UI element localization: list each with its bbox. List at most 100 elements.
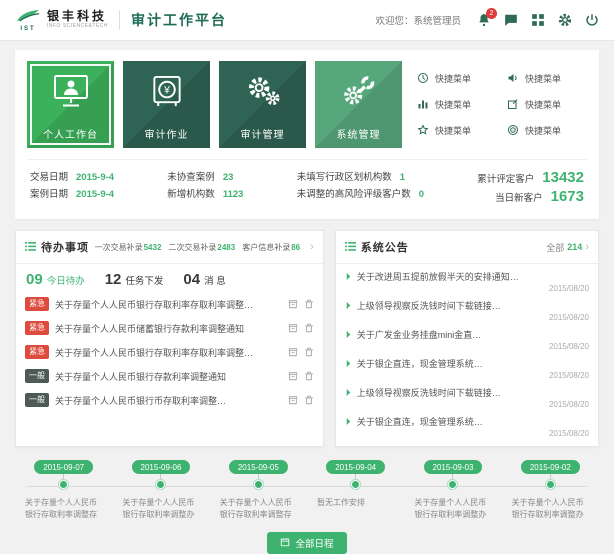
arrow-bullet-icon (345, 273, 352, 280)
edit-pencil-icon (507, 98, 519, 112)
tab-today-todo[interactable]: 09 今日待办 (26, 271, 85, 288)
quick-menu-label: 快捷菜单 (435, 124, 471, 137)
announcement-item[interactable]: 关于银企直连，现金管理系统… 2015/08/20 (345, 412, 589, 441)
archive-icon[interactable] (288, 395, 298, 405)
stat-label: 未填写行政区划机构数 (297, 169, 392, 186)
timeline-entry: 2015-09-07 关于存量个人人民币银行存取利率调整存取调整办理。 (15, 460, 112, 523)
monitor-user-icon (27, 74, 114, 109)
delete-icon[interactable] (304, 323, 314, 333)
target-icon (507, 124, 519, 138)
tile-label: 个人工作台 (27, 126, 114, 141)
quick-menu-label: 快捷菜单 (525, 72, 561, 85)
gears-icon (219, 74, 306, 109)
announcement-text: 上级领导视察反洗钱时间下载链接… (357, 386, 589, 399)
delete-icon[interactable] (304, 371, 314, 381)
quick-menu-label: 快捷菜单 (525, 98, 561, 111)
top-bar: IST 银丰科技 INFO SCIENCE&TECH 审计工作平台 欢迎您：系统… (0, 0, 614, 40)
todo-item[interactable]: 紧急 关于存量个人人民币银行存取利率存取利率调整… (25, 292, 314, 316)
safe-yuan-icon: ¥ (123, 74, 210, 109)
bar-chart-icon (417, 98, 429, 112)
todo-more-chevron-icon[interactable]: › (310, 242, 314, 253)
clock-icon (417, 72, 429, 86)
announcement-item[interactable]: 关于广发金业务挂盘mini金直… 2015/08/20 (345, 325, 589, 354)
quick-menu-item-4[interactable]: 快捷菜单 (507, 98, 587, 112)
list-icon (345, 238, 356, 256)
announcement-item[interactable]: 关于改进周五提前放假半天的安排通知… 2015/08/20 (345, 267, 589, 296)
todo-item[interactable]: 紧急 关于存量个人人民币储蓄银行存款利率调整通知 (25, 316, 314, 340)
tab-messages[interactable]: 04 消 息 (183, 271, 225, 288)
divider (119, 10, 120, 30)
brand-subtitle: INFO SCIENCE&TECH (47, 24, 108, 30)
announcement-date: 2015/08/20 (345, 313, 589, 322)
quick-menu-label: 快捷菜单 (435, 98, 471, 111)
announcement-item[interactable]: 上级领导视察反洗钱时间下载链接… 2015/08/20 (345, 383, 589, 412)
tile-personal-workbench[interactable]: 个人工作台 (27, 61, 114, 148)
delete-icon[interactable] (304, 347, 314, 357)
timeline-text: 关于存量个人人民币银行存取利率调整办理。 (502, 497, 599, 523)
page-title: 审计工作平台 (131, 10, 227, 30)
timeline-entry: 2015-09-06 关于存量个人人民币银行存取利率调整办理。 (112, 460, 209, 523)
timeline-date-pill: 2015-09-04 (326, 460, 385, 474)
announcements-all-link[interactable]: 全部 214 › (546, 241, 589, 254)
quick-menu-item-2[interactable]: 快捷菜单 (507, 72, 587, 86)
todo-item[interactable]: 紧急 关于存量个人人民币银行存取利率存取利率调整… (25, 340, 314, 364)
announcements-more-chevron-icon: › (585, 242, 589, 253)
quick-menu-item-5[interactable]: 快捷菜单 (417, 124, 497, 138)
priority-badge: 一般 (25, 393, 49, 407)
bell-icon[interactable]: 2 (477, 13, 491, 27)
announcement-text: 关于改进周五提前放假半天的安排通知… (357, 270, 589, 283)
timeline-text: 暂无工作安排 (307, 497, 404, 509)
archive-icon[interactable] (288, 299, 298, 309)
announcement-item[interactable]: 关于银企直连，现金管理系统… 2015/08/20 (345, 354, 589, 383)
tab-task-dispatch[interactable]: 12 任务下发 (105, 271, 164, 288)
delete-icon[interactable] (304, 395, 314, 405)
tile-audit-management[interactable]: 审计管理 (219, 61, 306, 148)
todo-text: 关于存量个人人民币储蓄银行存款利率调整通知 (55, 322, 282, 335)
announcement-item[interactable]: 上级领导视察反洗钱时间下载链接… 2015/08/20 (345, 296, 589, 325)
timeline-entry: 2015-09-04 暂无工作安排 (307, 460, 404, 523)
app-logo[interactable]: IST 银丰科技 INFO SCIENCE&TECH 审计工作平台 (15, 9, 227, 32)
priority-badge: 紧急 (25, 345, 49, 359)
apps-grid-icon[interactable] (531, 13, 545, 27)
archive-icon[interactable] (288, 323, 298, 333)
brand-name: 银丰科技 (47, 10, 108, 24)
archive-icon[interactable] (288, 347, 298, 357)
message-icon[interactable] (504, 13, 518, 27)
filter-customer-info[interactable]: 客户信息补录86 (242, 242, 300, 253)
todo-text: 关于存量个人人民币银行币存取利率调整… (55, 394, 282, 407)
stat-label: 案例日期 (30, 186, 68, 203)
todo-panel-title: 待办事项 (41, 239, 89, 255)
quick-menu-item-3[interactable]: 快捷菜单 (417, 98, 497, 112)
stat-value: 2015-9-4 (76, 186, 114, 203)
announcement-text: 上级领导视察反洗钱时间下载链接… (357, 299, 589, 312)
announcements-title: 系统公告 (361, 239, 409, 255)
announcements-panel: 系统公告 全部 214 › 关于改进周五提前放假半天的安排通知… 2015/08… (335, 230, 599, 447)
quick-menu-item-6[interactable]: 快捷菜单 (507, 124, 587, 138)
todo-text: 关于存量个人人民币银行存取利率存取利率调整… (55, 346, 282, 359)
todo-tabs: 09 今日待办 12 任务下发 04 消 息 (16, 264, 323, 292)
power-icon[interactable] (585, 13, 599, 27)
quick-menu-label: 快捷菜单 (435, 72, 471, 85)
quick-menu-item-1[interactable]: 快捷菜单 (417, 72, 497, 86)
todo-text: 关于存量个人人民币银行存款利率调整通知 (55, 370, 282, 383)
filter-first-entry[interactable]: 一次交易补录5432 (95, 242, 162, 253)
settings-gear-icon[interactable] (558, 13, 572, 27)
delete-icon[interactable] (304, 299, 314, 309)
archive-icon[interactable] (288, 371, 298, 381)
logo-short-text: IST (20, 26, 35, 32)
stat-label: 交易日期 (30, 169, 68, 186)
all-schedule-button[interactable]: 全部日程 (267, 532, 346, 554)
arrow-bullet-icon (345, 418, 352, 425)
arrow-bullet-icon (345, 302, 352, 309)
todo-item[interactable]: 一般 关于存量个人人民币银行存款利率调整通知 (25, 364, 314, 388)
list-icon (25, 238, 36, 256)
tile-label: 系统管理 (315, 126, 402, 141)
todo-item[interactable]: 一般 关于存量个人人民币银行币存取利率调整… (25, 388, 314, 412)
tile-audit-operation[interactable]: ¥ 审计作业 (123, 61, 210, 148)
timeline-date-pill: 2015-09-06 (132, 460, 191, 474)
tile-system-management[interactable]: 系统管理 (315, 61, 402, 148)
stat-value: 0 (419, 186, 424, 203)
filter-second-entry[interactable]: 二次交易补录2483 (168, 242, 235, 253)
todo-panel: 待办事项 一次交易补录5432 二次交易补录2483 客户信息补录86 › 09… (15, 230, 324, 447)
timeline-date-pill: 2015-09-05 (229, 460, 288, 474)
